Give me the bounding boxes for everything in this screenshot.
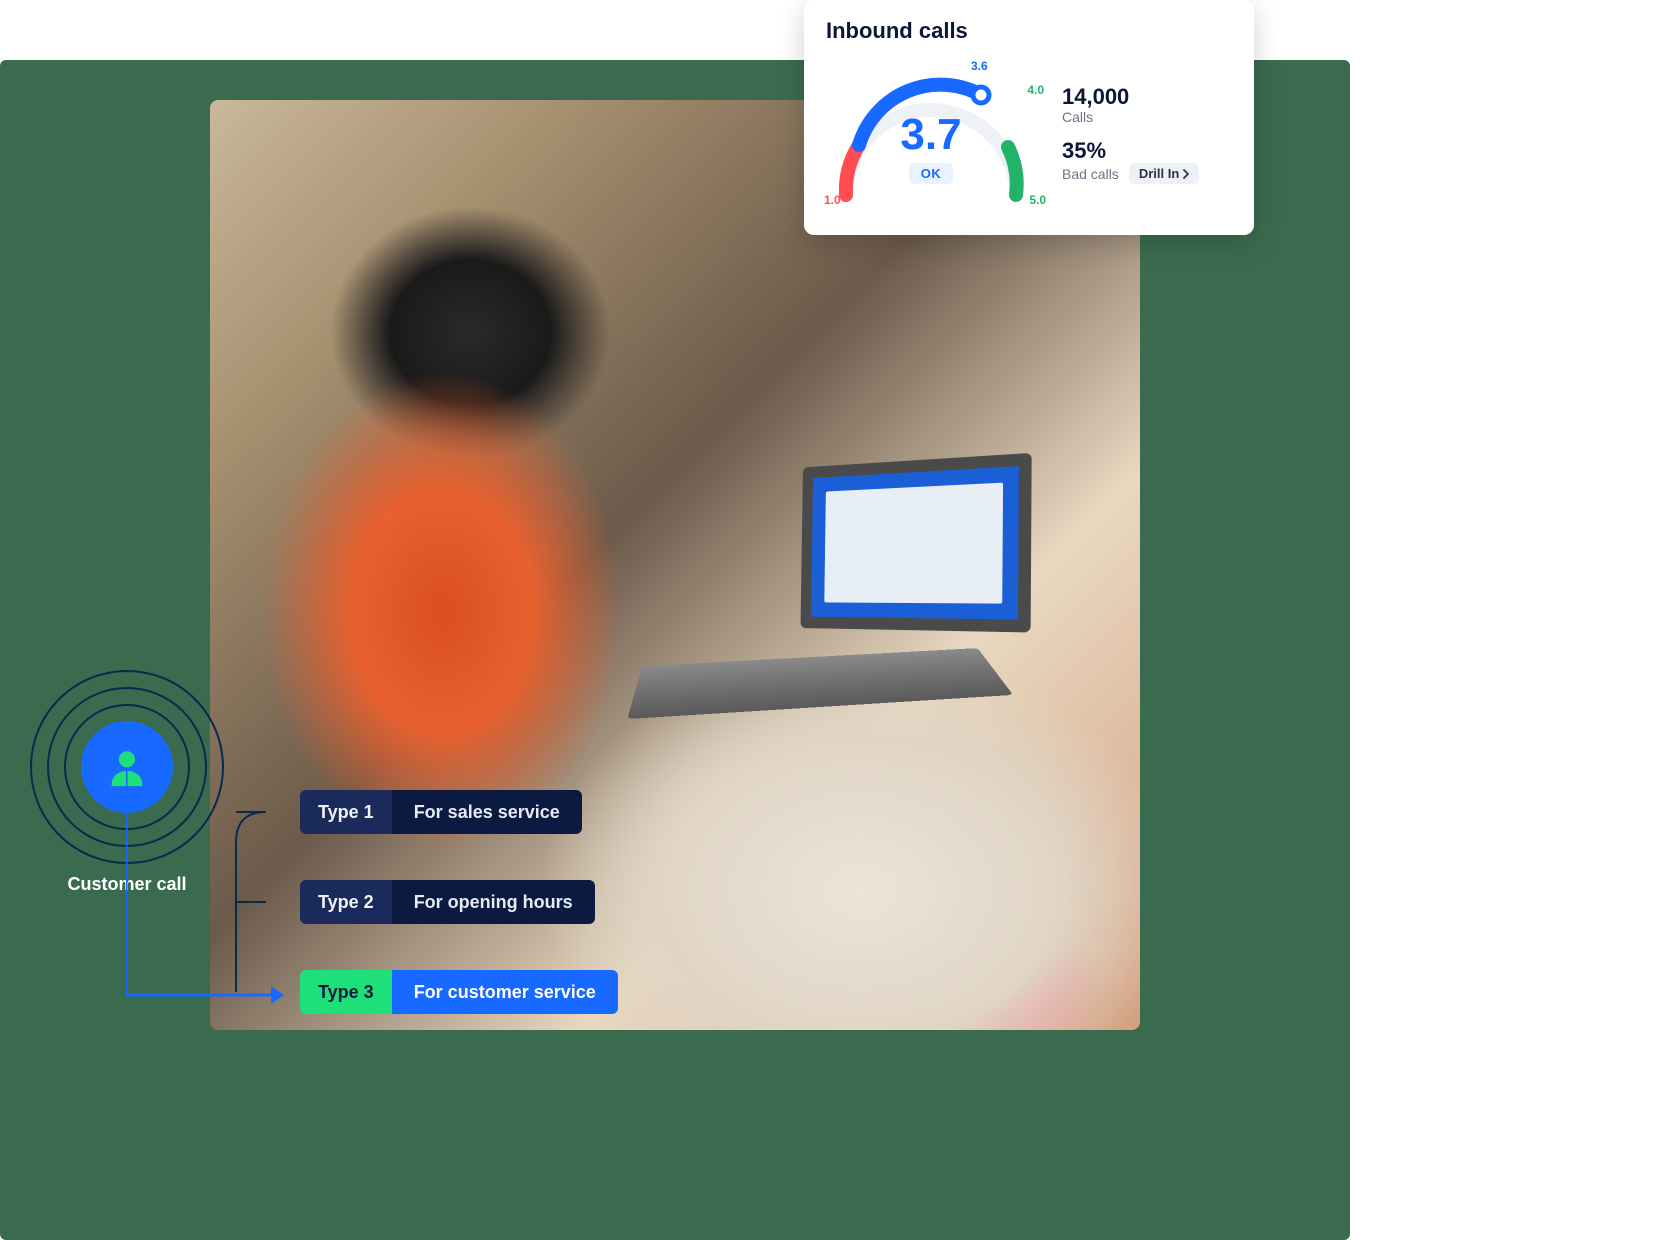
- card-title: Inbound calls: [826, 18, 1232, 44]
- gauge-status-badge: OK: [909, 163, 954, 184]
- gauge-tick-max: 5.0: [1029, 193, 1046, 207]
- stat-badcalls: 35% Bad calls Drill In: [1062, 139, 1199, 184]
- stat-calls-value: 14,000: [1062, 85, 1199, 109]
- drill-in-label: Drill In: [1139, 166, 1179, 181]
- gauge-value: 3.7: [826, 113, 1036, 157]
- call-type-1-chip[interactable]: Type 1 For sales service: [300, 790, 582, 834]
- call-type-3-chip[interactable]: Type 3 For customer service: [300, 970, 618, 1014]
- customer-call-label: Customer call: [30, 874, 224, 895]
- customer-call-badge: Customer call: [30, 670, 224, 895]
- stat-calls-label: Calls: [1062, 109, 1199, 125]
- chevron-right-icon: [1181, 169, 1191, 179]
- laptop-illustration: [680, 460, 1030, 720]
- call-type-1-tag: Type 1: [300, 790, 392, 834]
- gauge-tick-mark: 3.6: [971, 59, 988, 73]
- call-type-2-tag: Type 2: [300, 880, 392, 924]
- inbound-calls-card: Inbound calls 3.7 OK 1.0 3.6 4.0 5: [804, 0, 1254, 235]
- stat-calls: 14,000 Calls: [1062, 85, 1199, 125]
- gauge-chart: 3.7 OK 1.0 3.6 4.0 5.0: [826, 55, 1036, 215]
- call-type-3-desc: For customer service: [392, 970, 618, 1014]
- gauge-tick-min: 1.0: [824, 193, 841, 207]
- customer-call-avatar: [81, 721, 173, 813]
- gauge-tick-upper: 4.0: [1027, 83, 1044, 97]
- stat-bad-value: 35%: [1062, 139, 1199, 163]
- stat-bad-label: Bad calls: [1062, 166, 1119, 182]
- call-type-1-desc: For sales service: [392, 790, 582, 834]
- user-icon: [104, 744, 150, 790]
- call-type-2-chip[interactable]: Type 2 For opening hours: [300, 880, 595, 924]
- call-type-3-tag: Type 3: [300, 970, 392, 1014]
- call-type-2-desc: For opening hours: [392, 880, 595, 924]
- drill-in-button[interactable]: Drill In: [1129, 163, 1199, 184]
